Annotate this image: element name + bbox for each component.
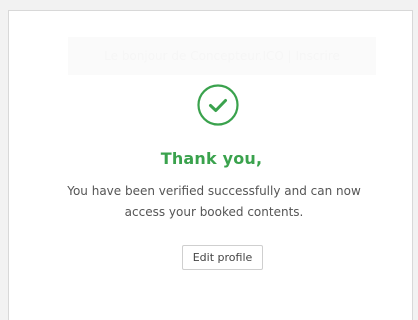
edit-profile-button[interactable]: Edit profile xyxy=(182,245,263,270)
check-circle-icon xyxy=(197,84,239,126)
thank-you-title: Thank you, xyxy=(160,149,263,168)
confirmation-card: Le bonjour de Concepteur.ICO | Inscrire … xyxy=(8,10,413,320)
page-background: Le bonjour de Concepteur.ICO | Inscrire … xyxy=(0,0,418,320)
faded-banner: Le bonjour de Concepteur.ICO | Inscrire xyxy=(68,37,376,75)
verification-message: You have been verified successfully and … xyxy=(67,184,361,219)
